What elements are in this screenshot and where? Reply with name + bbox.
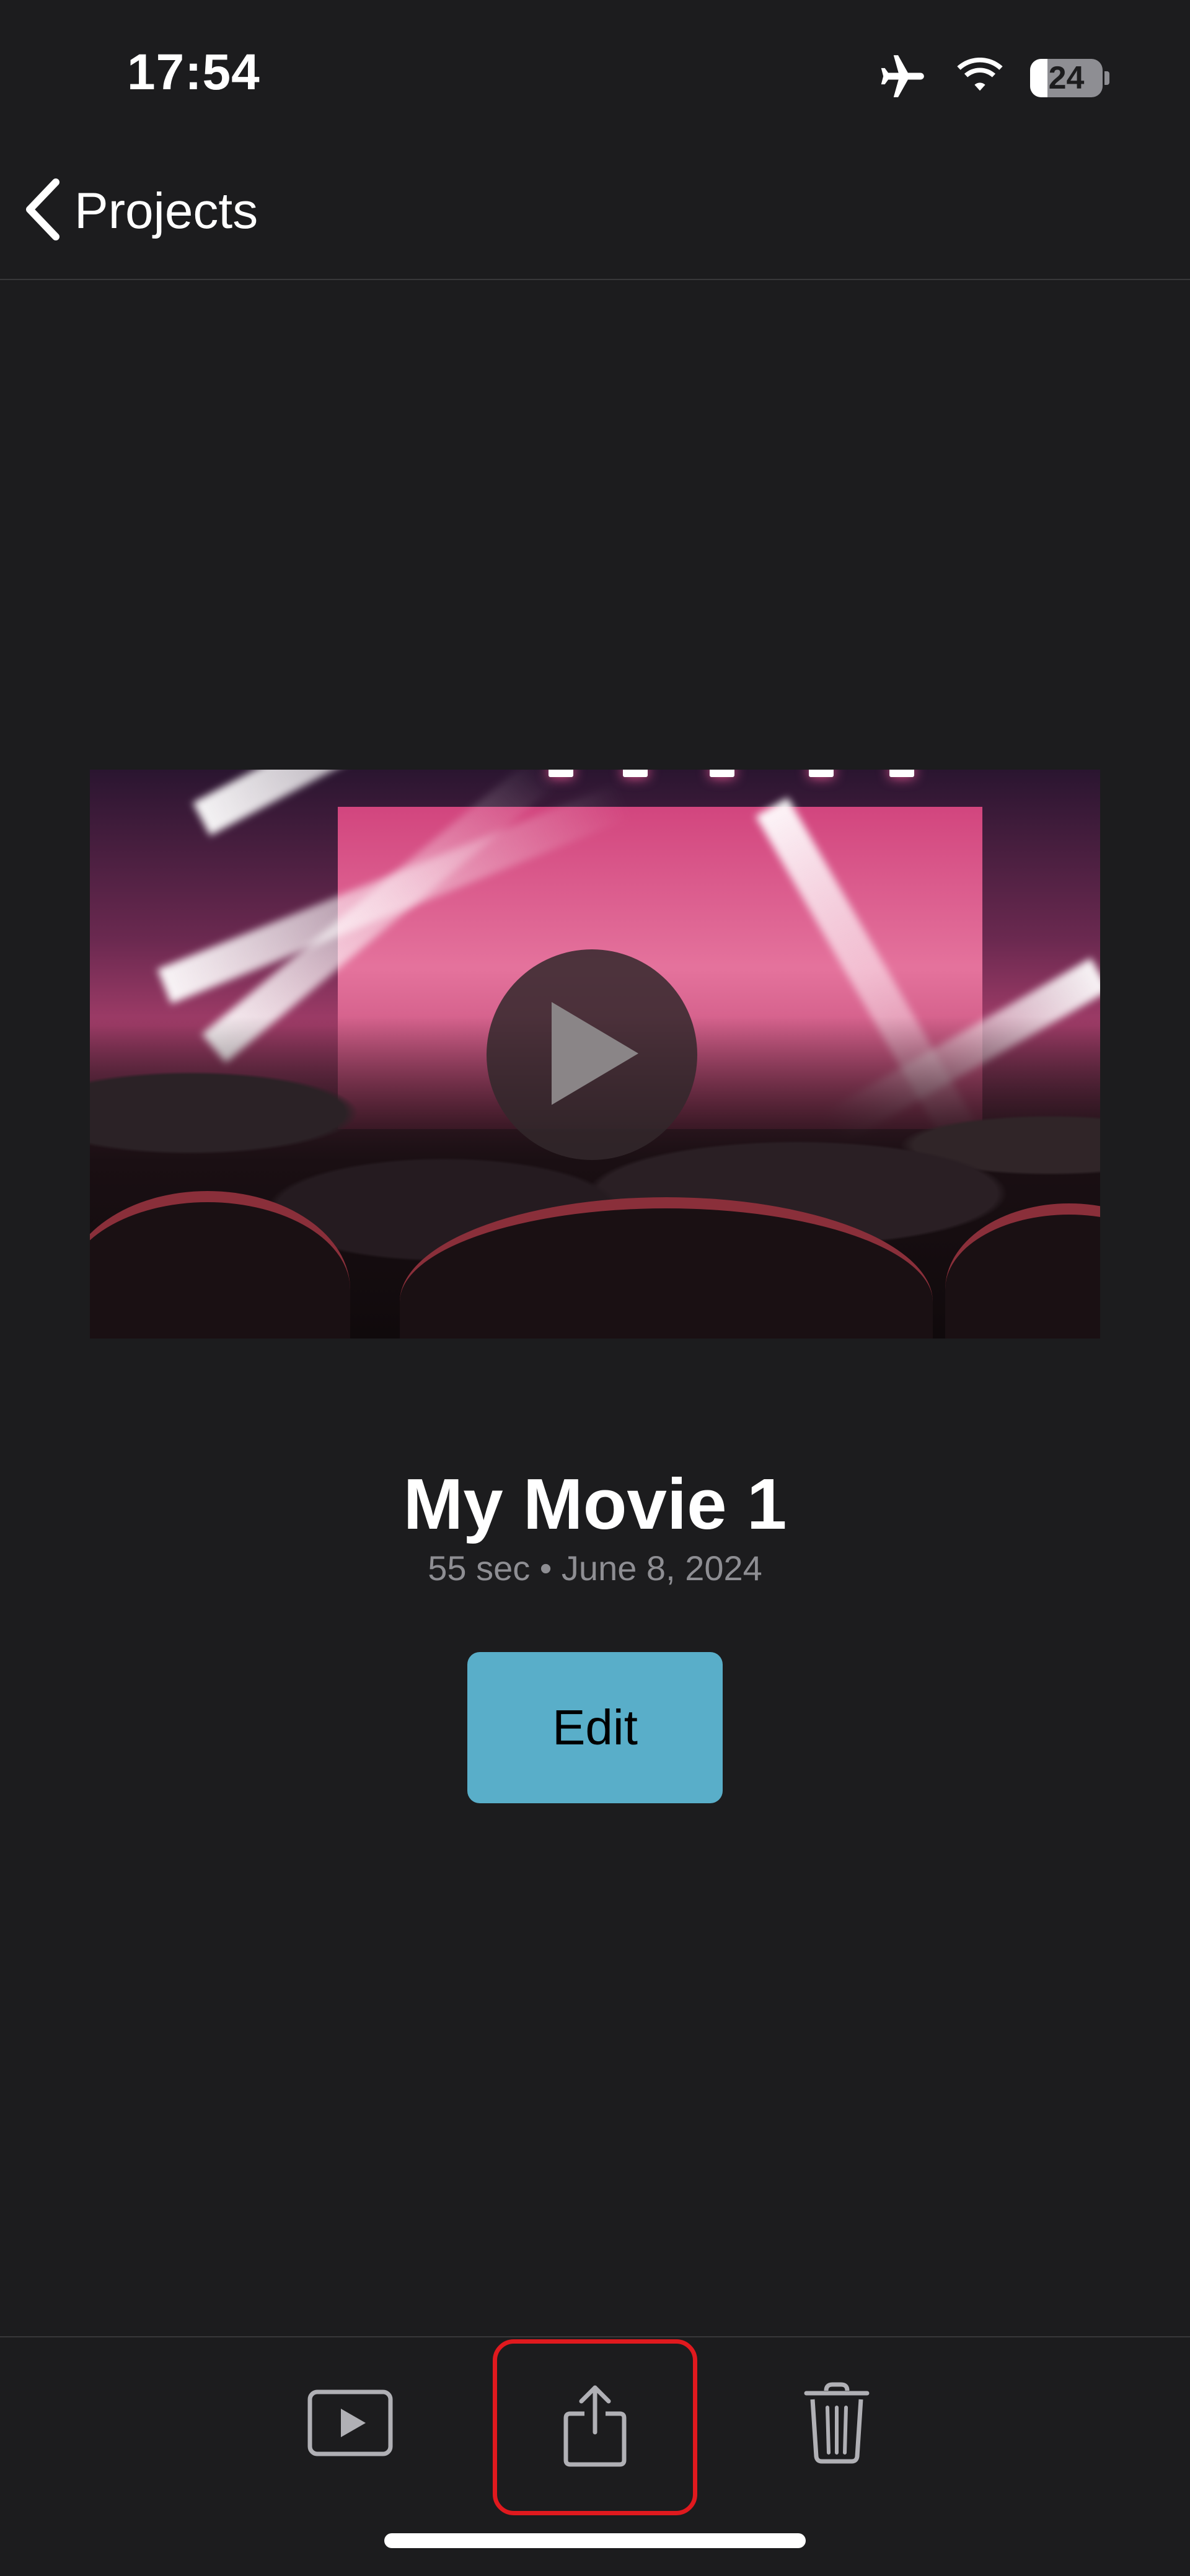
delete-button[interactable]	[790, 2375, 883, 2474]
airplane-mode-icon	[878, 53, 930, 103]
play-rectangle-icon	[307, 2389, 394, 2460]
share-button[interactable]	[493, 2339, 697, 2515]
nav-bar: Projects	[0, 155, 1190, 280]
battery-icon: 24	[1030, 58, 1109, 99]
trash-icon	[803, 2380, 871, 2469]
battery-level: 24	[1048, 59, 1085, 96]
home-indicator	[384, 2533, 806, 2548]
edit-button[interactable]: Edit	[467, 1652, 723, 1803]
share-icon	[561, 2383, 629, 2473]
project-title: My Movie 1	[403, 1464, 787, 1544]
status-time: 17:54	[127, 44, 260, 100]
wifi-icon	[953, 56, 1007, 100]
status-icons: 24	[878, 53, 1109, 103]
back-label: Projects	[74, 182, 258, 239]
back-button[interactable]: Projects	[24, 178, 258, 244]
play-overlay-button[interactable]	[487, 949, 697, 1160]
project-meta: 55 sec • June 8, 2024	[428, 1549, 762, 1588]
play-button[interactable]	[304, 2375, 397, 2474]
status-bar: 17:54 24	[0, 0, 1190, 155]
play-icon	[539, 995, 645, 1115]
chevron-left-icon	[24, 178, 62, 244]
video-thumbnail[interactable]	[90, 770, 1100, 1339]
